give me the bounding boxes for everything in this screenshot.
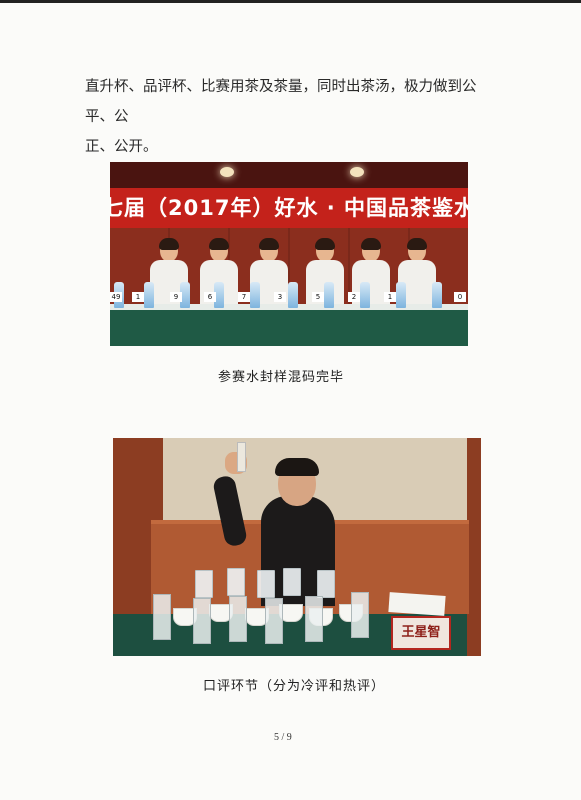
water-bottle [432,282,442,308]
bottle-tag: 49 [110,292,122,302]
wood-panel [467,438,481,656]
water-glass [305,596,323,642]
beaker [257,570,275,598]
bottle-tag: 7 [238,292,250,302]
top-rule [0,0,581,3]
page-number: 5 / 9 [274,732,292,743]
water-glass [229,596,247,642]
green-table [110,310,468,346]
beaker [317,570,335,598]
bottle-tag: 6 [204,292,216,302]
bottle-tag: 1 [384,292,396,302]
photo-caption: 口评环节（分为冷评和热评） [203,679,386,694]
water-bottle [250,282,260,308]
ceiling-lamp [350,167,364,177]
body-paragraph: 直升杯、品评杯、比赛用茶及茶量，同时出茶汤，极力做到公平、公 正、公开。 [85,72,495,162]
water-glass [193,598,211,644]
bottle-tag: 2 [348,292,360,302]
water-bottle [324,282,334,308]
sample-tube [237,442,246,472]
body-line-1: 直升杯、品评杯、比赛用茶及茶量，同时出茶汤，极力做到公平、公 [85,79,477,125]
water-glass [351,592,369,638]
beaker [227,568,245,596]
event-banner: 七届（2017年）好水 · 中国品茶鉴水 [110,188,468,228]
ceiling-lamp [220,167,234,177]
judge-hair [275,458,319,476]
beaker [195,570,213,598]
body-line-2: 正、公开。 [85,139,158,155]
judge-photo: 王星智 [113,438,481,656]
bottle-tag: 9 [170,292,182,302]
judge-nameplate: 王星智 [391,616,451,650]
score-sheet [388,592,446,616]
photo-caption: 参赛水封样混码完毕 [218,370,345,385]
water-bottle [360,282,370,308]
bottle-tag: 0 [454,292,466,302]
bottle-tag: 5 [312,292,324,302]
water-bottle [144,282,154,308]
bottle-tag: 1 [132,292,144,302]
water-glass [265,598,283,644]
water-bottle [396,282,406,308]
ceiling [110,162,468,188]
bottle-tag: 3 [274,292,286,302]
water-bottle [288,282,298,308]
stage-photo: 七届（2017年）好水 · 中国品茶鉴水 49 1 9 6 7 3 5 2 1 … [110,162,468,346]
water-glass [153,594,171,640]
beaker [283,568,301,596]
